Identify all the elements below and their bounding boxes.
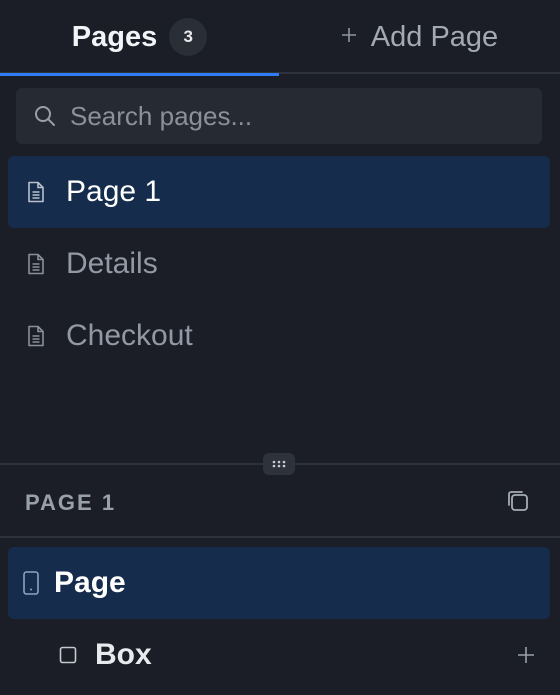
page-item-label: Page 1 bbox=[66, 175, 162, 208]
layer-tree: Page Box bbox=[8, 547, 550, 691]
search-input[interactable] bbox=[68, 99, 542, 133]
page-item-page-1[interactable]: Page 1 bbox=[8, 156, 550, 228]
layers-section-header: PAGE 1 bbox=[0, 466, 560, 538]
plus-icon[interactable] bbox=[516, 645, 536, 665]
page-item-details[interactable]: Details bbox=[8, 228, 550, 300]
page-item-label: Details bbox=[66, 247, 158, 280]
document-icon bbox=[28, 253, 44, 275]
add-page-button[interactable]: Add Page bbox=[279, 0, 560, 74]
document-icon bbox=[28, 181, 44, 203]
pages-panel: Pages 3 Add Page Page 1 bbox=[0, 0, 560, 695]
layer-item-page[interactable]: Page bbox=[8, 547, 550, 619]
page-list: Page 1 Details Checkout bbox=[8, 156, 550, 372]
tab-pages[interactable]: Pages 3 bbox=[0, 0, 279, 76]
page-item-checkout[interactable]: Checkout bbox=[8, 300, 550, 372]
phone-icon bbox=[23, 571, 39, 595]
page-item-label: Checkout bbox=[66, 319, 193, 352]
tab-bar: Pages 3 Add Page bbox=[0, 0, 560, 76]
layer-label: Page bbox=[54, 566, 126, 599]
copy-icon[interactable] bbox=[505, 488, 531, 514]
search-icon bbox=[35, 106, 55, 126]
section-title: PAGE 1 bbox=[25, 490, 117, 515]
add-page-label: Add Page bbox=[370, 20, 499, 53]
document-icon bbox=[28, 325, 44, 347]
tab-pages-label: Pages bbox=[71, 20, 158, 53]
search-box bbox=[16, 88, 542, 144]
layer-label: Box bbox=[95, 638, 152, 671]
page-count-badge: 3 bbox=[169, 18, 208, 56]
square-icon bbox=[59, 646, 77, 664]
layer-item-box[interactable]: Box bbox=[8, 619, 550, 691]
plus-icon bbox=[341, 22, 357, 50]
